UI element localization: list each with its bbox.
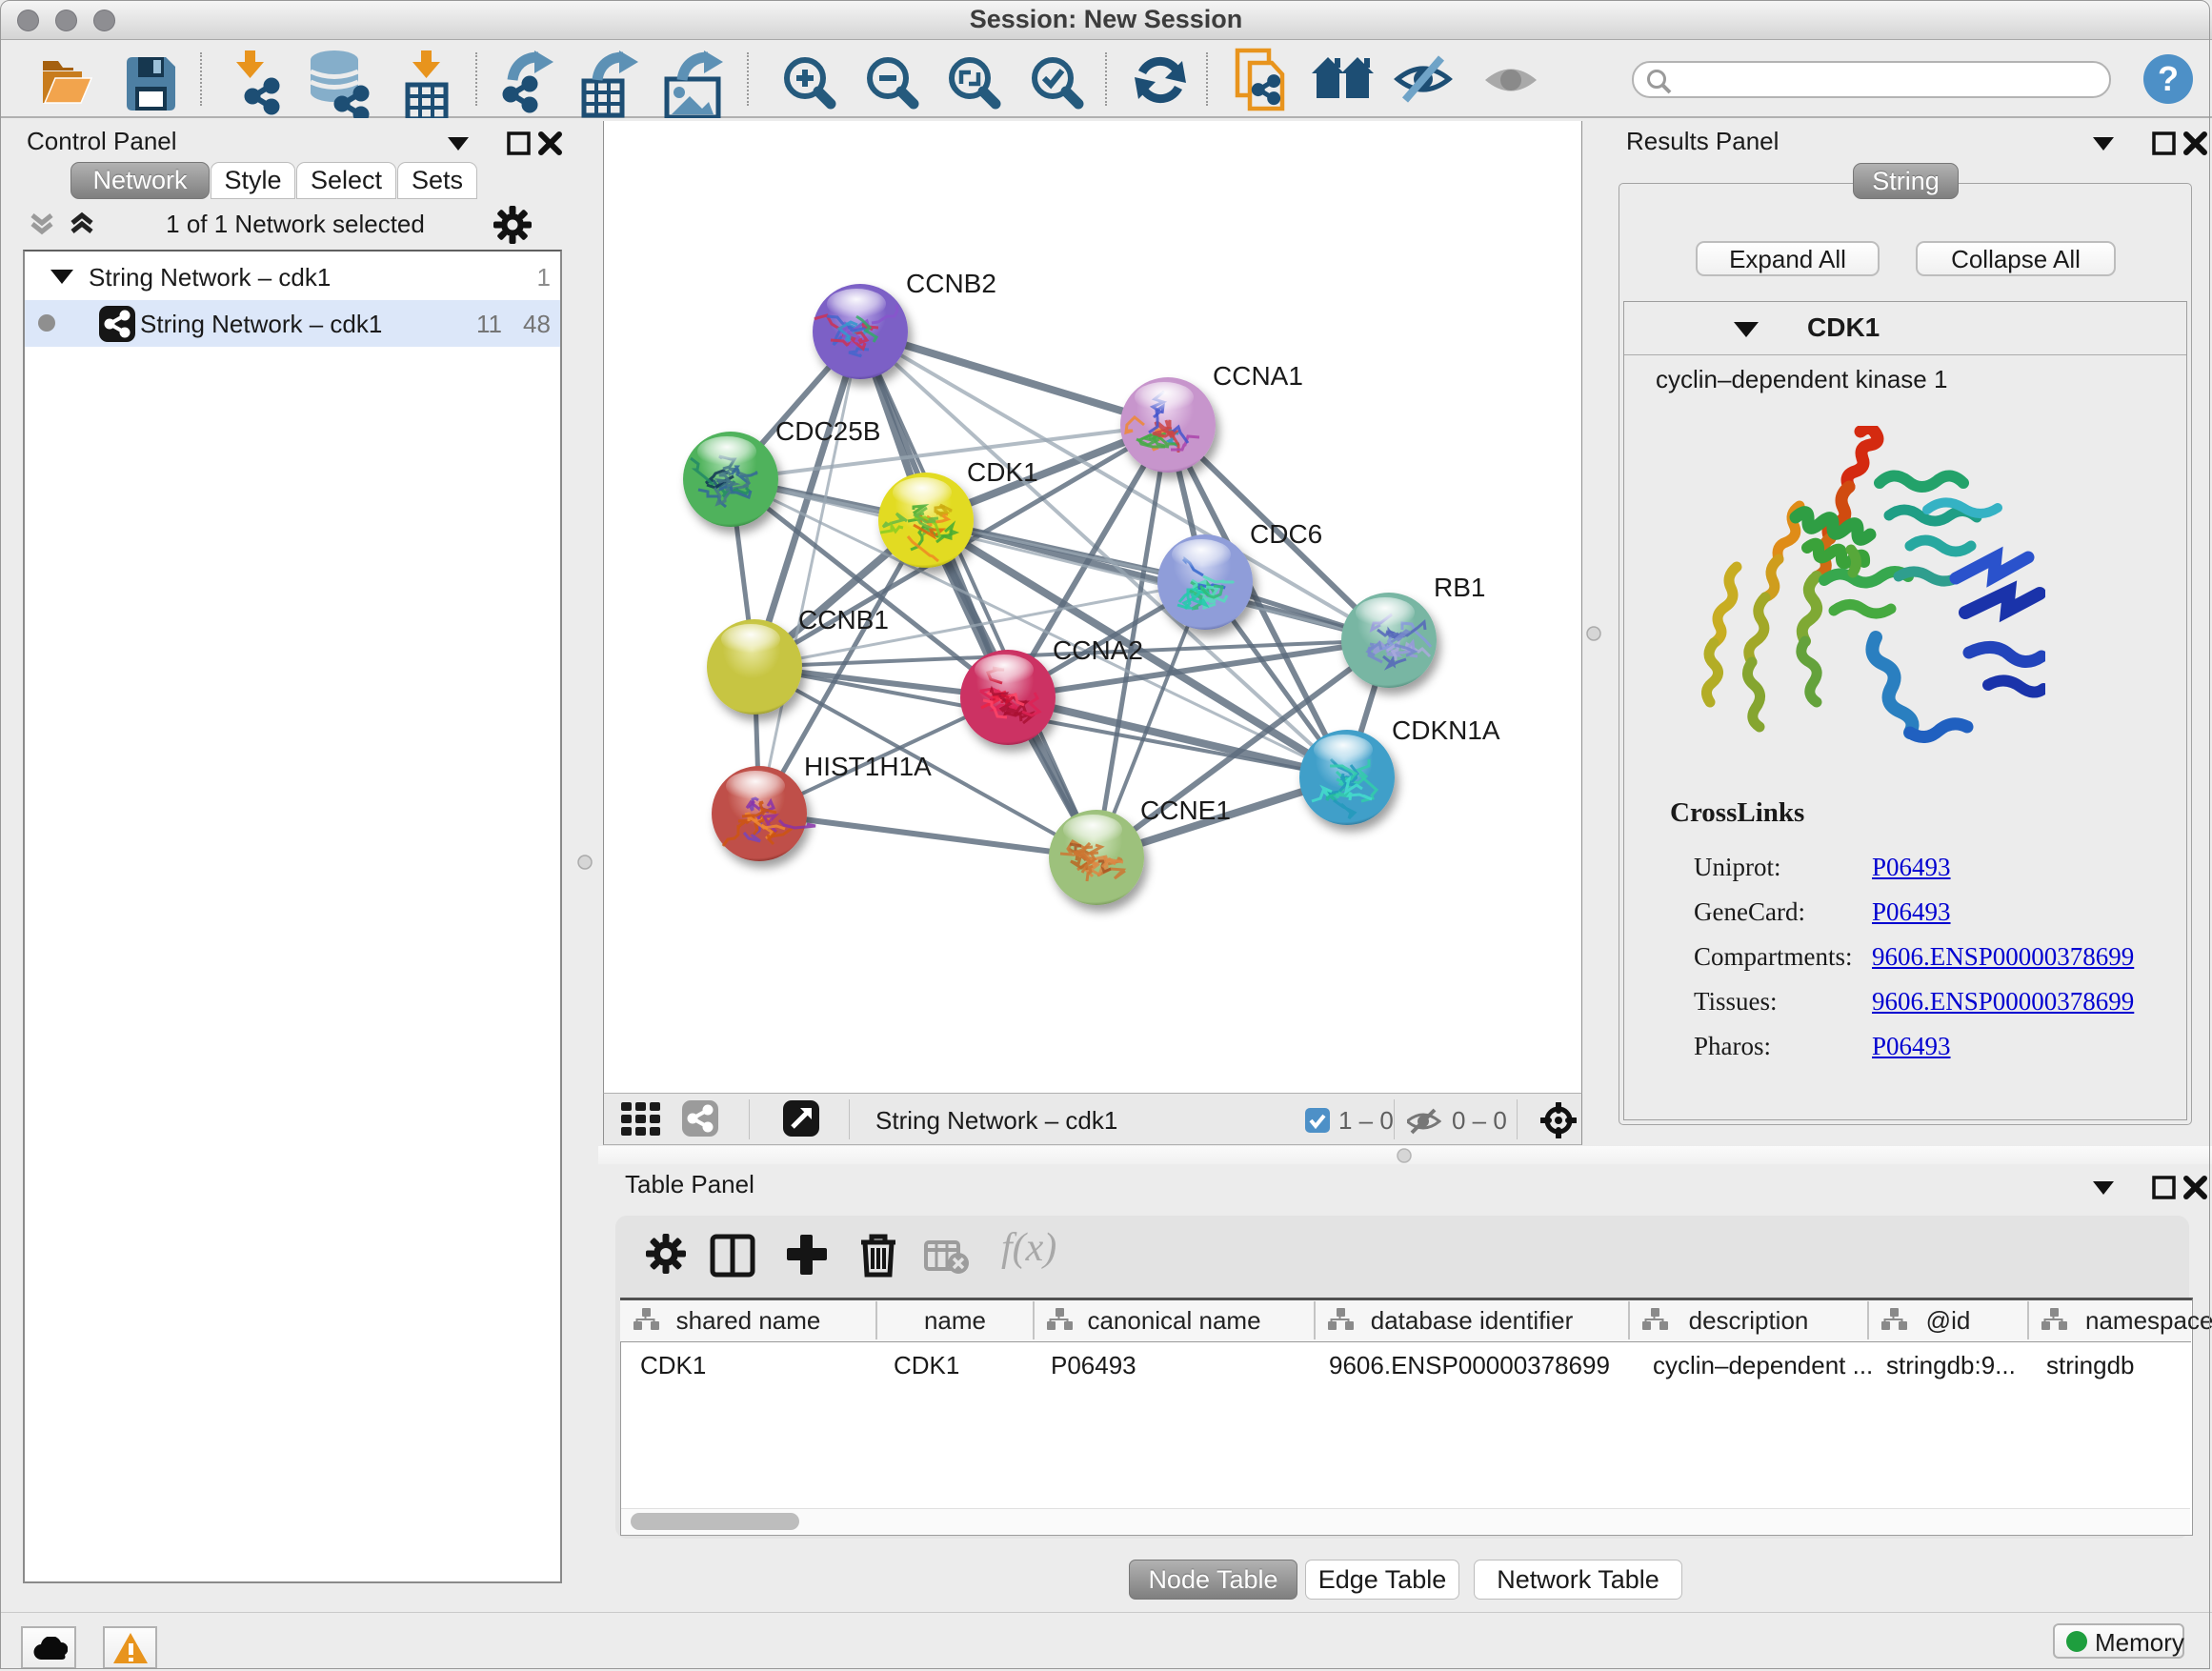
svg-text:HIST1H1A: HIST1H1A	[804, 752, 932, 781]
svg-text:CCNA1: CCNA1	[1213, 361, 1303, 391]
svg-text:CDKN1A: CDKN1A	[1392, 715, 1500, 745]
svg-text:?: ?	[2158, 59, 2179, 98]
svg-text:RB1: RB1	[1434, 573, 1485, 602]
svg-text:CCNA2: CCNA2	[1053, 635, 1143, 665]
svg-text:CCNB1: CCNB1	[798, 605, 889, 634]
svg-text:CDC6: CDC6	[1250, 519, 1322, 549]
svg-text:CDC25B: CDC25B	[775, 416, 880, 446]
svg-text:CCNB2: CCNB2	[906, 269, 996, 298]
svg-text:CCNE1: CCNE1	[1140, 795, 1231, 825]
svg-text:CDK1: CDK1	[967, 457, 1038, 487]
